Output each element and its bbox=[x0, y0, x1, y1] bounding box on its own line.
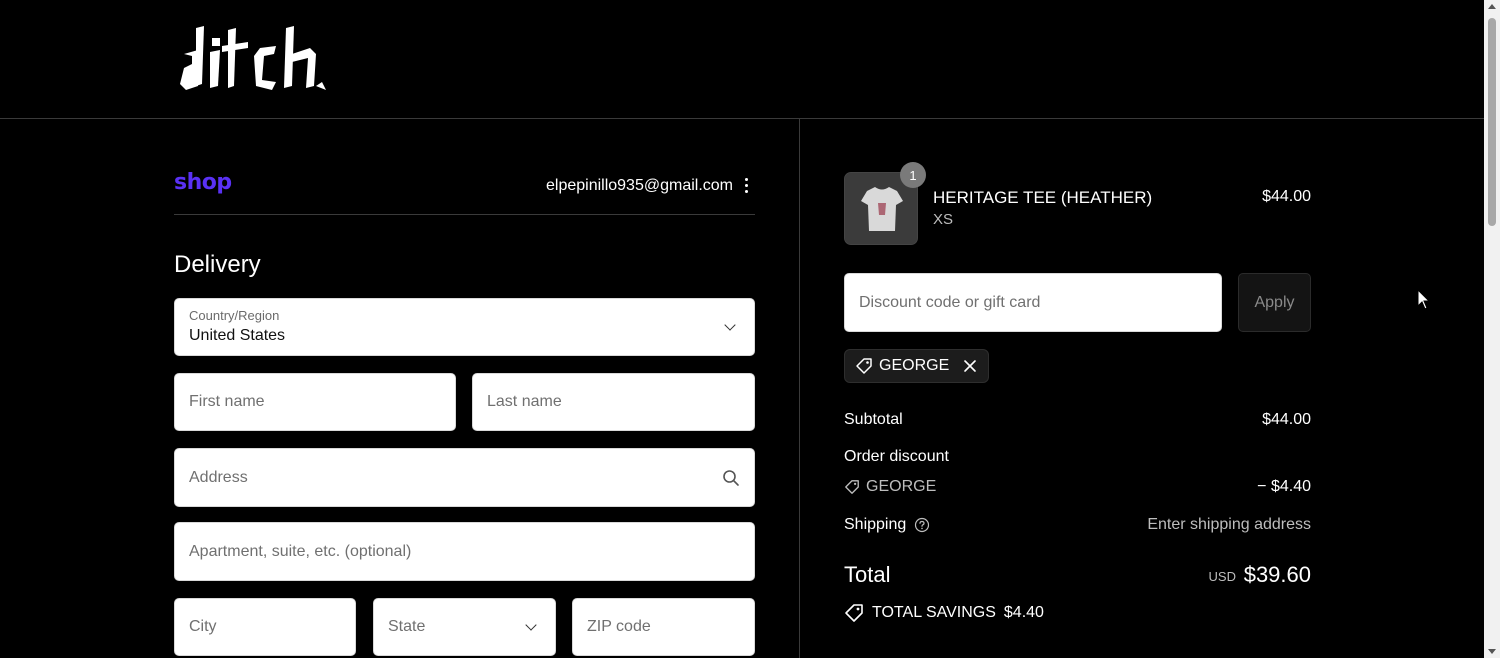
last-name-placeholder: Last name bbox=[487, 393, 562, 410]
delivery-heading: Delivery bbox=[174, 251, 261, 278]
column-divider bbox=[799, 119, 800, 658]
zip-field[interactable]: ZIP code bbox=[572, 598, 755, 656]
tag-icon bbox=[845, 604, 863, 622]
tag-icon bbox=[845, 480, 859, 494]
total-savings: TOTAL SAVINGS $4.40 bbox=[844, 603, 1044, 623]
zip-placeholder: ZIP code bbox=[587, 618, 651, 635]
scrollbar-thumb[interactable] bbox=[1488, 18, 1496, 226]
scroll-down-arrow-icon[interactable] bbox=[1488, 649, 1496, 654]
discount-code-name: GEORGE bbox=[866, 478, 937, 495]
state-placeholder: State bbox=[388, 618, 426, 635]
apartment-placeholder: Apartment, suite, etc. (optional) bbox=[189, 542, 412, 560]
applied-code-label: GEORGE bbox=[879, 357, 950, 374]
account-email: elpepinillo935@gmail.com bbox=[545, 177, 733, 194]
discount-value: − $4.40 bbox=[1257, 478, 1311, 495]
chevron-down-icon bbox=[525, 619, 537, 631]
remove-discount-icon[interactable] bbox=[963, 359, 977, 373]
currency-code: USD bbox=[1208, 569, 1236, 584]
discount-code-input[interactable]: Discount code or gift card bbox=[844, 273, 1222, 332]
last-name-field[interactable]: Last name bbox=[472, 373, 755, 431]
product-price: $44.00 bbox=[1262, 188, 1311, 205]
country-select[interactable]: Country/Region United States bbox=[174, 298, 755, 356]
total-label: Total bbox=[844, 562, 891, 587]
subtotal-label: Subtotal bbox=[844, 411, 903, 428]
product-variant: XS bbox=[933, 211, 954, 228]
first-name-field[interactable]: First name bbox=[174, 373, 456, 431]
kebab-menu-icon[interactable] bbox=[741, 178, 751, 196]
search-icon bbox=[723, 470, 739, 486]
ditch-logo[interactable] bbox=[176, 24, 336, 94]
scrollbar[interactable] bbox=[1484, 0, 1500, 658]
scroll-up-arrow-icon[interactable] bbox=[1488, 4, 1496, 9]
address-placeholder: Address bbox=[189, 468, 248, 486]
ditch-logo-icon bbox=[180, 26, 326, 90]
shipping-label: Shipping bbox=[844, 516, 907, 533]
city-field[interactable]: City bbox=[174, 598, 356, 656]
product-name: HERITAGE TEE (HEATHER) bbox=[933, 188, 1153, 207]
savings-label: TOTAL SAVINGS bbox=[872, 604, 996, 621]
total-value: $39.60 bbox=[1243, 562, 1311, 587]
discount-placeholder: Discount code or gift card bbox=[859, 293, 1041, 311]
subtotal-value: $44.00 bbox=[1262, 411, 1311, 428]
divider bbox=[174, 214, 755, 215]
apartment-field[interactable]: Apartment, suite, etc. (optional) bbox=[174, 522, 755, 581]
city-placeholder: City bbox=[189, 618, 217, 635]
header bbox=[0, 0, 1484, 119]
chevron-down-icon bbox=[724, 319, 736, 331]
country-value: United States bbox=[189, 327, 286, 344]
shipping-value: Enter shipping address bbox=[1147, 516, 1311, 533]
state-select[interactable]: State bbox=[373, 598, 556, 656]
shop-pay-logo[interactable]: shop bbox=[174, 170, 232, 195]
apply-discount-button[interactable]: Apply bbox=[1238, 273, 1311, 332]
order-discount-label: Order discount bbox=[844, 448, 949, 465]
quantity-badge: 1 bbox=[900, 162, 926, 188]
shipping-row: Shipping bbox=[844, 516, 930, 534]
discount-code-row: GEORGE bbox=[844, 478, 936, 496]
address-field[interactable]: Address bbox=[174, 448, 755, 507]
tag-icon bbox=[856, 358, 872, 374]
country-label: Country/Region bbox=[189, 308, 280, 323]
first-name-placeholder: First name bbox=[189, 393, 265, 410]
mouse-pointer-icon bbox=[1417, 289, 1431, 310]
help-icon[interactable] bbox=[914, 517, 930, 533]
savings-value: $4.40 bbox=[1003, 604, 1044, 621]
applied-discount-chip: GEORGE bbox=[844, 349, 989, 383]
